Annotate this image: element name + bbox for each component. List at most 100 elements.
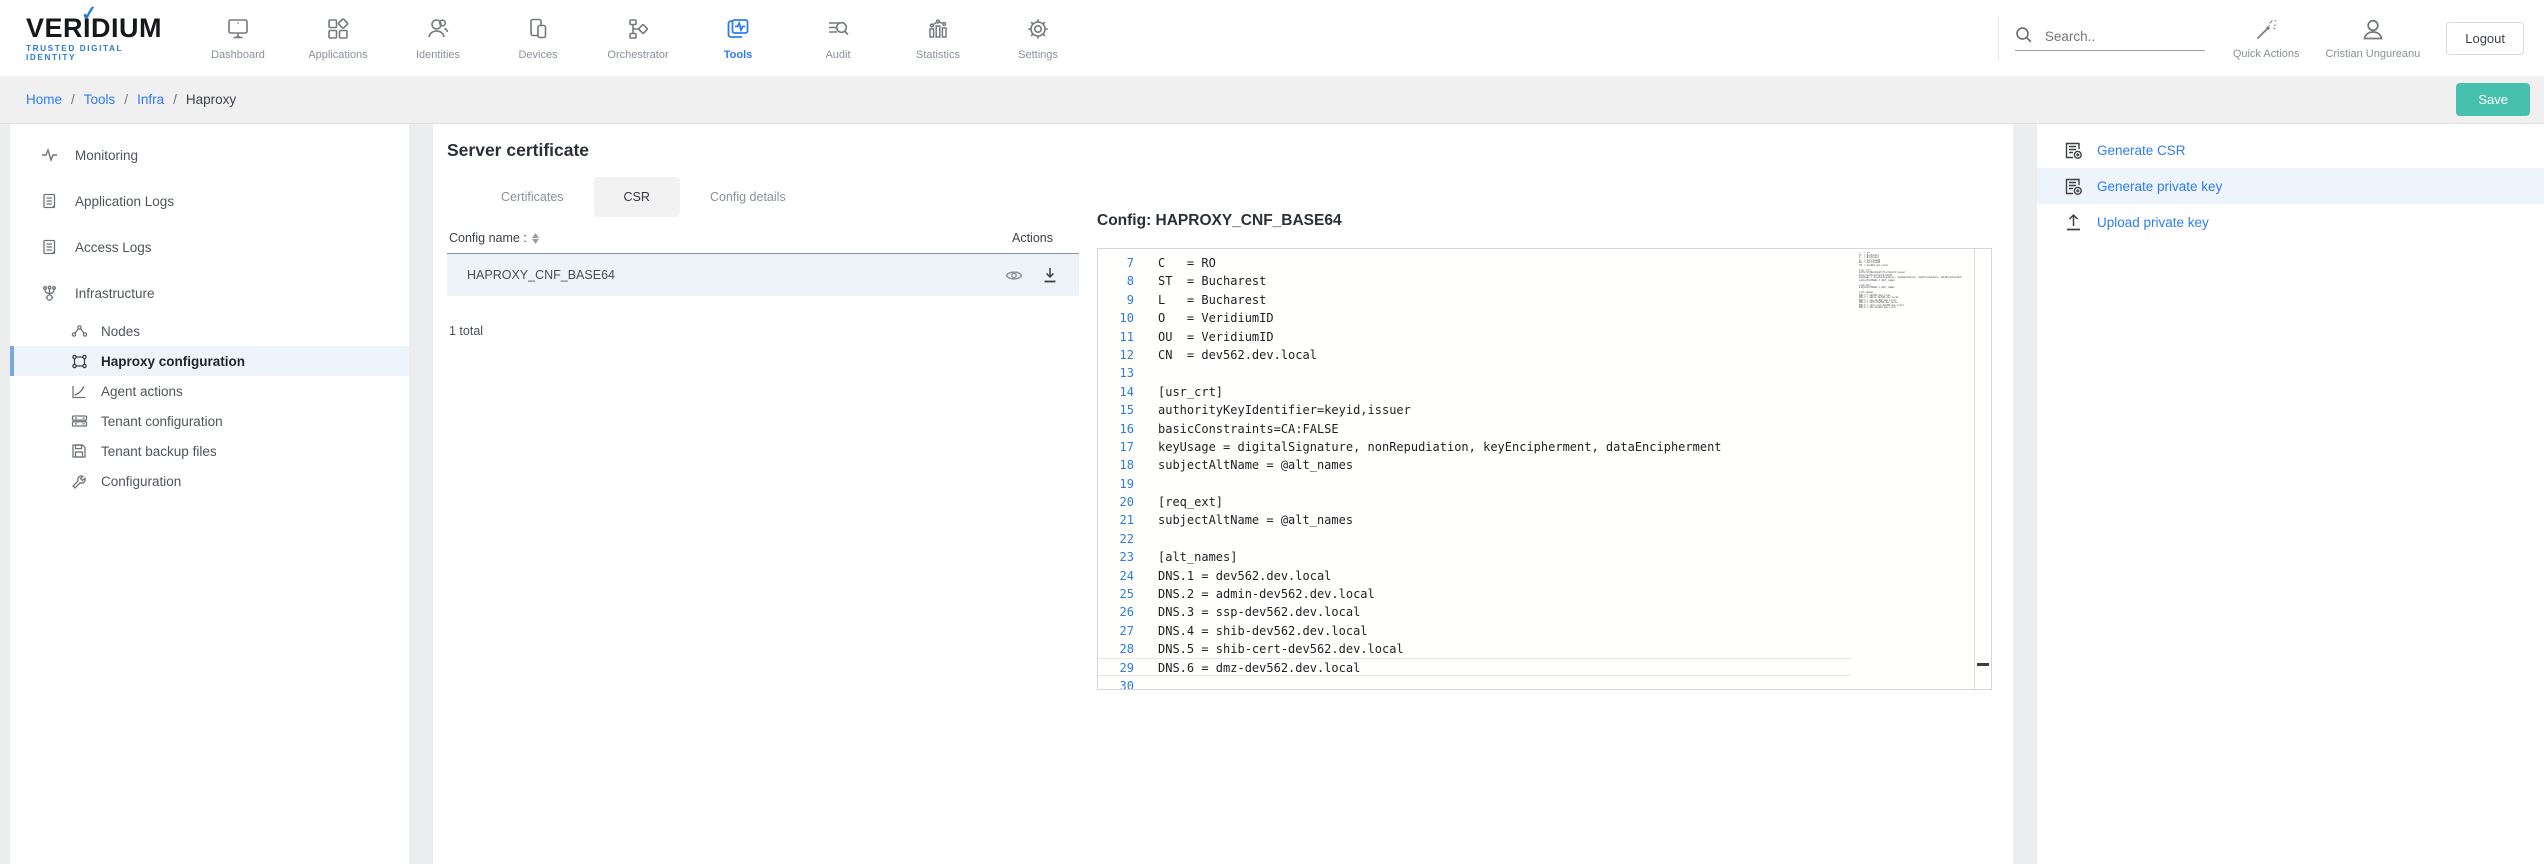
line-number: 7	[1098, 254, 1134, 270]
user-menu[interactable]: Cristian Ungureanu	[2325, 17, 2420, 60]
document-icon	[40, 239, 58, 255]
breadcrumb-tools[interactable]: Tools	[84, 92, 116, 107]
logo-wordmark: VERIDIUM ✓	[26, 15, 176, 42]
nav-item-devices[interactable]: Devices	[488, 15, 588, 61]
sort-icon	[532, 233, 539, 244]
save-button[interactable]: Save	[2456, 83, 2530, 116]
code-line: 27DNS.4 = shib-dev562.dev.local	[1098, 621, 1851, 639]
line-number: 27	[1098, 622, 1134, 638]
code-line: 14[usr_crt]	[1098, 382, 1851, 400]
upload-private-key-button[interactable]: Upload private key	[2037, 204, 2544, 240]
sidebar-item-configuration[interactable]: Configuration	[10, 466, 409, 496]
pulse-icon	[40, 148, 58, 162]
sidebar-item-tenant-backup-files[interactable]: Tenant backup files	[10, 436, 409, 466]
sidebar-item-agent-actions[interactable]: Agent actions	[10, 376, 409, 406]
line-text: subjectAltName = @alt_names	[1158, 511, 1353, 527]
graph-icon	[70, 353, 88, 370]
quick-actions-button[interactable]: Quick Actions	[2233, 17, 2300, 60]
sidebar-item-haproxy-configuration[interactable]: Haproxy configuration	[10, 346, 409, 376]
sidebar-item-access-logs[interactable]: Access Logs	[10, 224, 409, 270]
config-viewer: Config: HAPROXY_CNF_BASE64 7C = RO 8ST =…	[1097, 212, 1992, 690]
page-title: Server certificate	[447, 140, 1999, 161]
sidebar-item-application-logs[interactable]: Application Logs	[10, 178, 409, 224]
nav-item-dashboard[interactable]: Dashboard	[188, 15, 288, 61]
line-number: 23	[1098, 548, 1134, 564]
quick-actions-label: Quick Actions	[2233, 48, 2300, 60]
line-text: CN = dev562.dev.local	[1158, 346, 1317, 362]
table-row[interactable]: HAPROXY_CNF_BASE64	[447, 254, 1079, 296]
nav-label: Audit	[825, 49, 850, 61]
nav-item-statistics[interactable]: Statistics	[888, 15, 988, 61]
config-name-header[interactable]: Config name :	[449, 231, 539, 245]
row-actions	[1005, 267, 1057, 283]
total-count: 1 total	[449, 324, 1079, 338]
sidebar-item-infrastructure[interactable]: Infrastructure	[10, 270, 409, 316]
action-label: Upload private key	[2097, 215, 2209, 230]
sidebar-item-monitoring[interactable]: Monitoring	[10, 132, 409, 178]
tab-certificates[interactable]: Certificates	[471, 177, 594, 217]
nav-item-orchestrator[interactable]: Orchestrator	[588, 15, 688, 61]
line-number: 9	[1098, 291, 1134, 307]
nav-label: Applications	[308, 49, 367, 61]
actions-header: Actions	[1012, 231, 1053, 245]
generate-csr-button[interactable]: Generate CSR	[2037, 132, 2544, 168]
sidebar-item-label: Access Logs	[75, 240, 152, 255]
search-icon	[2015, 26, 2033, 44]
breadcrumb-separator: /	[124, 92, 128, 107]
breadcrumb-current: Haproxy	[186, 92, 236, 107]
download-icon[interactable]	[1043, 267, 1057, 283]
generate-doc-icon	[2063, 177, 2083, 196]
sidebar-item-label: Haproxy configuration	[101, 354, 245, 369]
breadcrumb-infra[interactable]: Infra	[137, 92, 164, 107]
nav-label: Statistics	[916, 49, 960, 61]
code-line-current: 29DNS.6 = dmz-dev562.dev.local	[1098, 658, 1851, 676]
magic-wand-icon	[2253, 17, 2279, 43]
code-lines: 7C = RO 8ST = Bucharest 9L = Bucharest 1…	[1098, 253, 1851, 690]
sidebar-item-tenant-configuration[interactable]: Tenant configuration	[10, 406, 409, 436]
logout-button[interactable]: Logout	[2446, 22, 2524, 55]
tab-csr[interactable]: CSR	[594, 177, 680, 217]
line-number: 25	[1098, 585, 1134, 601]
editor-scrollbar[interactable]	[1974, 249, 1991, 689]
code-line: 17keyUsage = digitalSignature, nonRepudi…	[1098, 437, 1851, 455]
devices-icon	[525, 15, 551, 43]
search-box[interactable]	[2015, 26, 2205, 51]
eye-icon[interactable]	[1005, 269, 1023, 282]
user-icon	[2360, 17, 2386, 43]
search-input[interactable]	[2045, 29, 2185, 44]
nav-item-settings[interactable]: Settings	[988, 15, 1088, 61]
line-text: OU = VeridiumID	[1158, 328, 1274, 344]
nav-label: Identities	[416, 49, 460, 61]
code-line: 9L = Bucharest	[1098, 290, 1851, 308]
line-number: 17	[1098, 438, 1134, 454]
nav-item-tools[interactable]: Tools	[688, 15, 788, 61]
code-editor[interactable]: 7C = RO 8ST = Bucharest 9L = Bucharest 1…	[1097, 248, 1992, 690]
sidebar-item-nodes[interactable]: Nodes	[10, 316, 409, 346]
nav-label: Dashboard	[211, 49, 265, 61]
generate-private-key-button[interactable]: Generate private key	[2037, 168, 2544, 204]
nav-label: Tools	[724, 49, 753, 61]
statistics-icon	[925, 15, 951, 43]
tab-config-details[interactable]: Config details	[680, 177, 816, 217]
nav-item-applications[interactable]: Applications	[288, 15, 388, 61]
sidebar-item-label: Configuration	[101, 474, 181, 489]
line-number: 29	[1098, 659, 1134, 675]
generate-doc-icon	[2063, 141, 2083, 160]
line-number: 12	[1098, 346, 1134, 362]
sidebar-item-label: Nodes	[101, 324, 140, 339]
line-text: C = RO	[1158, 254, 1216, 270]
primary-nav: Dashboard Applications Identities	[188, 15, 1088, 61]
nav-item-identities[interactable]: Identities	[388, 15, 488, 61]
line-number: 18	[1098, 456, 1134, 472]
line-number: 19	[1098, 475, 1134, 491]
document-icon	[40, 193, 58, 209]
nodes-icon	[70, 324, 88, 338]
nav-label: Settings	[1018, 49, 1058, 61]
navbar-divider	[1998, 16, 1999, 60]
nav-item-audit[interactable]: Audit	[788, 15, 888, 61]
breadcrumb-home[interactable]: Home	[26, 92, 62, 107]
editor-minimap[interactable]: C = RO ST = Bucharest L = Bucharest O = …	[1859, 252, 1971, 674]
code-line: 22	[1098, 529, 1851, 547]
sidebar-item-label: Tenant configuration	[101, 414, 223, 429]
content-area: Monitoring Application Logs Access Logs	[0, 124, 2544, 864]
